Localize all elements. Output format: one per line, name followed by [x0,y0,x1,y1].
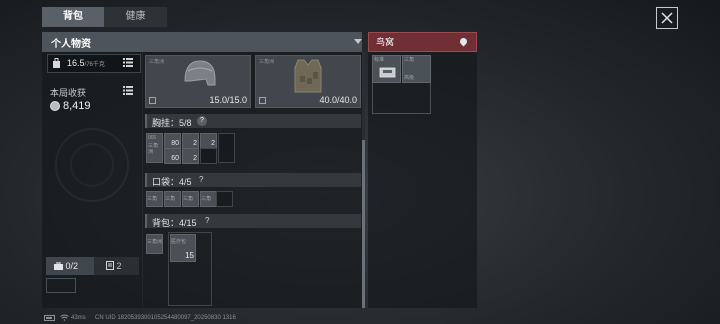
tab-health[interactable]: 健康 [104,7,167,27]
income-list-icon[interactable] [123,86,133,95]
bottom-tab-docs[interactable]: 2 [94,257,139,275]
helmet-tag-icon [149,97,156,104]
helmet-durability: 15.0/15.0 [209,95,247,105]
pocket-item-2[interactable]: 三角 [164,191,181,207]
chest-rig-header: 胸挂：5/8 ? [145,114,361,128]
chest-rig-label: 胸挂：5/8 [152,118,192,128]
backpack-item-2-count: 15 [185,251,194,260]
backpack-label: 背包：4/15 [152,218,197,228]
nest-item-2[interactable]: 三角 高级 [402,55,431,83]
empty-slot[interactable] [46,278,76,293]
bottom-tab-docs-label: 2 [116,261,122,271]
wifi-icon [60,314,69,321]
chest-item-2[interactable]: 80 [164,133,181,149]
chest-empty-slot[interactable] [200,148,217,164]
scrollbar-thumb[interactable] [362,140,365,308]
backpack-item-2-label: 医疗包 [171,239,187,245]
coin-icon [50,101,60,111]
pocket-item-3-label: 三角 [183,196,194,202]
chest-item-4-count: 2 [193,140,197,147]
backpack-item-1-label: 三角洲 [147,239,163,245]
close-button[interactable] [656,7,678,29]
chest-item-3-count: 60 [171,155,179,162]
build-id-text: CN UID 1820539300105254480097_20250830 1… [95,315,236,321]
list-icon[interactable] [123,58,133,67]
armor-tag-icon [259,97,266,104]
chest-help-icon[interactable]: ? [197,116,207,126]
backpack-item-2[interactable]: 医疗包 15 [170,234,196,262]
helmet-icon [184,60,216,86]
armor-icon [294,59,322,93]
pocket-item-1[interactable]: 三角 [146,191,163,207]
emblem-inner [70,143,114,187]
pocket-item-2-label: 三角 [165,196,176,202]
battery-icon [44,315,55,321]
armor-tag: 三角洲 [259,59,275,65]
weight-icon [52,58,61,68]
chest-empty-slot-2[interactable] [218,133,235,163]
bottom-tab-backpack[interactable]: 0/2 [46,257,94,275]
chest-item-3[interactable]: 60 [164,148,181,164]
armor-slot[interactable]: 三角洲 40.0/40.0 [255,55,361,108]
tab-backpack[interactable]: 背包 [42,7,104,27]
income-value: 8,419 [63,100,91,112]
pockets-help-icon[interactable]: ? [199,175,203,184]
chest-item-2-count: 80 [171,140,179,147]
chevron-down-icon[interactable] [354,39,362,44]
nest-item-2-sub: 高级 [404,75,415,81]
nest-title: 鸟窝 [376,37,395,47]
chest-item-1-sub: 三角洲 [148,143,159,155]
backpack-item-1[interactable]: 三角洲 [146,234,163,254]
pocket-item-4-label: 三角 [201,196,212,202]
chest-item-4[interactable]: 2 [182,133,199,149]
column-divider [142,52,143,308]
chest-item-5[interactable]: 2 [182,148,199,164]
pockets-label: 口袋：4/5 [152,177,192,187]
pocket-empty-slot[interactable] [216,191,233,207]
income-label: 本局收获 [50,88,87,98]
helmet-tag: 三角洲 [149,59,165,65]
backpack-help-icon[interactable]: ? [205,216,209,225]
chest-item-1-label: 001 [148,135,157,141]
pockets-header: 口袋：4/5 ? [145,173,361,187]
armor-durability: 40.0/40.0 [319,95,357,105]
ping-text: 43ms [71,315,86,321]
chest-item-5-count: 2 [193,155,197,162]
helmet-slot[interactable]: 三角洲 15.0/15.0 [145,55,251,108]
pocket-item-3[interactable]: 三角 [182,191,199,207]
pocket-item-4[interactable]: 三角 [200,191,217,207]
backpack-header: 背包：4/15 ? [145,214,361,228]
bottom-tab-backpack-label: 0/2 [65,261,79,271]
crate-icon [379,67,396,78]
nest-item-1[interactable]: 标准 [372,55,401,83]
backpack-icon [54,261,63,270]
personal-inventory-title: 个人物资 [51,39,91,50]
nest-item-1-label: 标准 [374,57,385,63]
chest-item-6[interactable]: 2 [200,133,217,149]
close-icon [661,12,673,24]
pocket-item-1-label: 三角 [147,196,158,202]
weight-readout: 16.5/76千克 [67,58,105,68]
chest-item-6-count: 2 [211,140,215,147]
nest-item-2-label: 三角 [404,57,415,63]
document-icon [106,261,114,270]
chest-item-1[interactable]: 001 三角洲 [146,133,163,163]
